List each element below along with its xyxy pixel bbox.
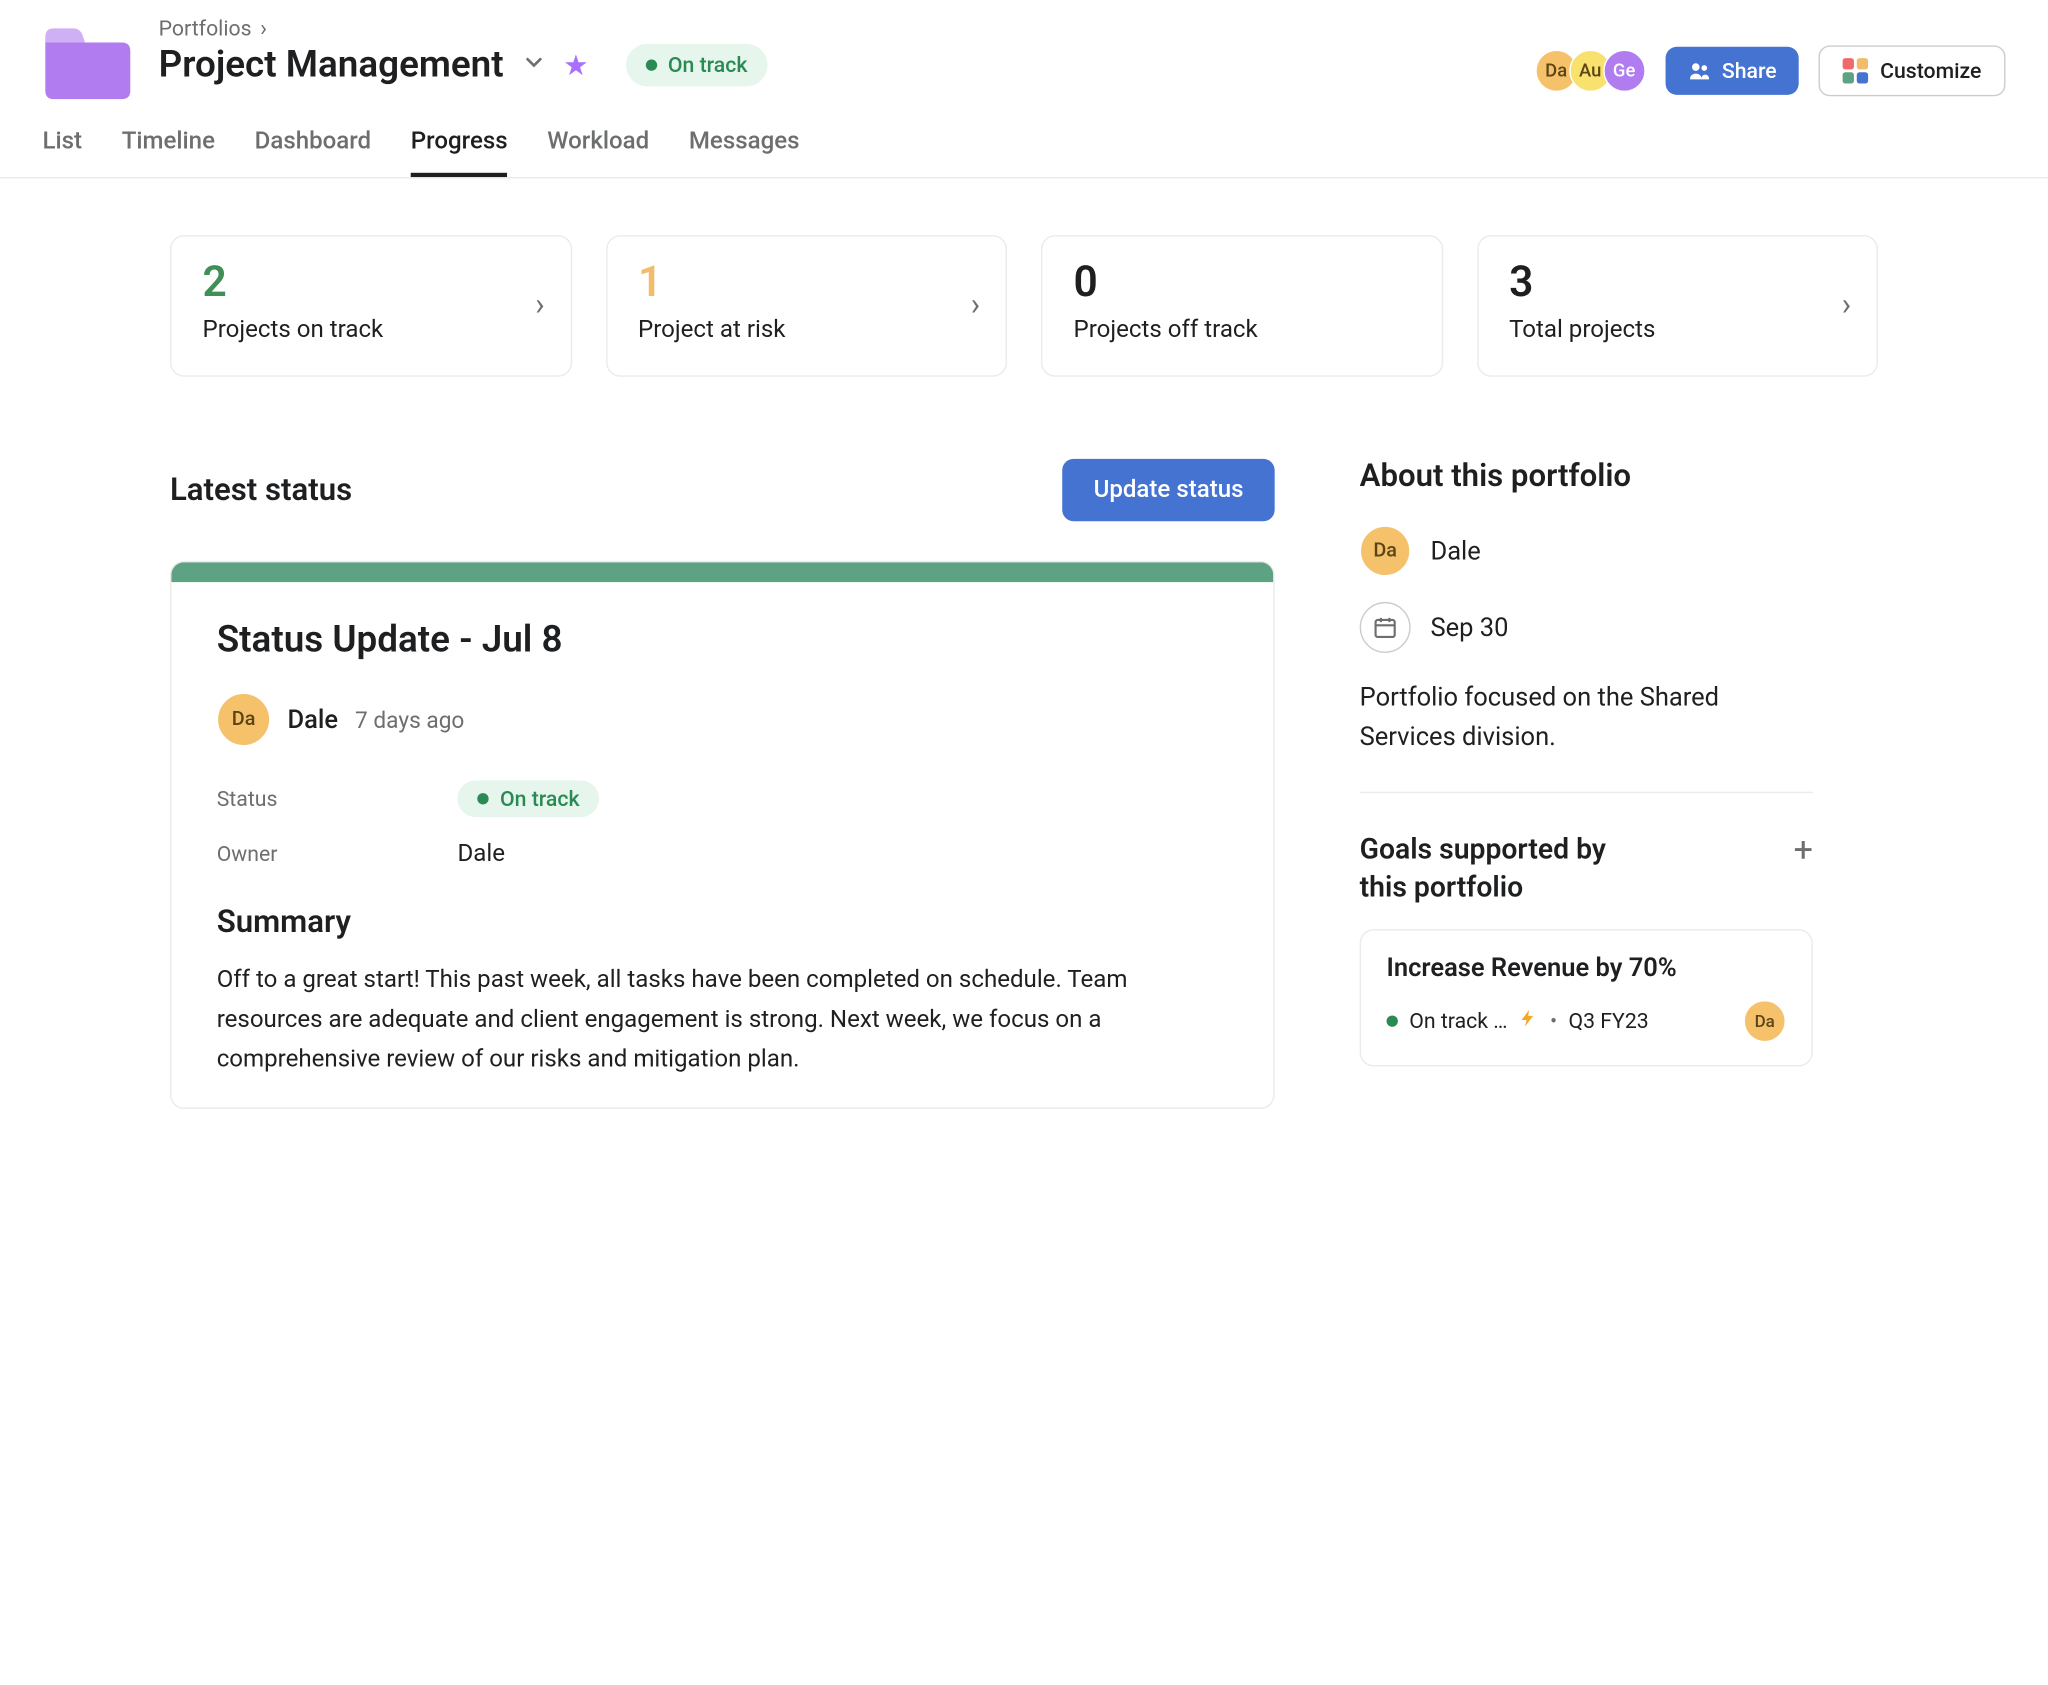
- stat-label: Projects on track: [203, 316, 384, 344]
- title-dropdown-caret[interactable]: [521, 50, 546, 81]
- tab-list[interactable]: List: [42, 116, 82, 177]
- status-dot-icon: [645, 59, 656, 70]
- status-field-label: Status: [217, 786, 302, 811]
- goal-status: On track …: [1409, 1008, 1507, 1033]
- about-heading: About this portfolio: [1360, 459, 1813, 494]
- add-goal-button[interactable]: +: [1794, 830, 1813, 870]
- status-value-chip: On track: [457, 780, 599, 817]
- breadcrumb[interactable]: Portfolios ›: [159, 14, 768, 41]
- status-update-title: Status Update - Jul 8: [217, 619, 1228, 661]
- owner-value: Dale: [457, 840, 505, 868]
- status-color-bar: [171, 562, 1273, 582]
- chevron-right-icon: ›: [260, 14, 267, 41]
- tab-workload[interactable]: Workload: [547, 116, 649, 177]
- chevron-right-icon: ›: [535, 288, 544, 323]
- tabs: List Timeline Dashboard Progress Workloa…: [42, 116, 2005, 177]
- status-update-card[interactable]: Status Update - Jul 8 Da Dale 7 days ago…: [170, 561, 1275, 1109]
- update-status-button[interactable]: Update status: [1062, 459, 1274, 521]
- about-description: Portfolio focused on the Shared Services…: [1360, 678, 1813, 792]
- stat-label: Project at risk: [638, 316, 785, 344]
- goal-title: Increase Revenue by 70%: [1387, 953, 1786, 983]
- latest-status-heading: Latest status: [170, 472, 352, 507]
- summary-text: Off to a great start! This past week, al…: [217, 960, 1228, 1079]
- tab-messages[interactable]: Messages: [689, 116, 800, 177]
- stat-value: 3: [1509, 262, 1655, 304]
- owner-name: Dale: [1430, 536, 1480, 566]
- status-dot-icon: [1387, 1015, 1398, 1026]
- tab-dashboard[interactable]: Dashboard: [255, 116, 372, 177]
- stat-card-at-risk[interactable]: 1 Project at risk ›: [605, 235, 1007, 377]
- customize-button[interactable]: Customize: [1819, 45, 2005, 96]
- owner-avatar[interactable]: Da: [1360, 525, 1411, 576]
- share-button[interactable]: Share: [1665, 47, 1799, 95]
- tab-timeline[interactable]: Timeline: [122, 116, 215, 177]
- header-status-chip[interactable]: On track: [625, 44, 767, 86]
- status-value-text: On track: [500, 786, 580, 811]
- breadcrumb-root[interactable]: Portfolios: [159, 15, 252, 40]
- owner-field-label: Owner: [217, 841, 302, 866]
- stat-card-total[interactable]: 3 Total projects ›: [1476, 235, 1878, 377]
- about-date: Sep 30: [1430, 613, 1508, 643]
- star-icon[interactable]: ★: [563, 48, 588, 82]
- stat-card-off-track[interactable]: 0 Projects off track: [1041, 235, 1443, 377]
- summary-heading: Summary: [217, 905, 1228, 940]
- chevron-right-icon: ›: [971, 288, 980, 323]
- customize-label: Customize: [1880, 58, 1981, 83]
- author-avatar[interactable]: Da: [217, 693, 271, 747]
- goal-period: Q3 FY23: [1568, 1008, 1648, 1033]
- tab-progress[interactable]: Progress: [411, 116, 508, 177]
- goals-heading: Goals supported by this portfolio: [1360, 830, 1643, 906]
- author-timestamp: 7 days ago: [355, 706, 464, 733]
- goal-card[interactable]: Increase Revenue by 70% On track … • Q3 …: [1360, 929, 1813, 1066]
- avatar[interactable]: Ge: [1603, 50, 1645, 92]
- status-dot-icon: [477, 793, 488, 804]
- about-date-row[interactable]: Sep 30: [1360, 602, 1813, 653]
- stat-value: 0: [1074, 262, 1258, 304]
- stat-value: 2: [203, 262, 384, 304]
- people-icon: [1688, 59, 1711, 82]
- stat-label: Projects off track: [1074, 316, 1258, 344]
- portfolio-folder-icon: [42, 20, 133, 102]
- share-label: Share: [1722, 58, 1777, 83]
- bolt-icon: [1519, 1008, 1539, 1033]
- stat-value: 1: [638, 262, 785, 304]
- chevron-right-icon: ›: [1842, 288, 1851, 323]
- header-status-label: On track: [668, 52, 748, 77]
- goal-assignee-avatar[interactable]: Da: [1743, 1000, 1785, 1042]
- author-name: Dale: [288, 705, 339, 735]
- separator: •: [1550, 1008, 1557, 1033]
- stat-label: Total projects: [1509, 316, 1655, 344]
- calendar-icon: [1360, 602, 1411, 653]
- about-owner-row[interactable]: Da Dale: [1360, 525, 1813, 576]
- member-avatar-stack[interactable]: Da Au Ge: [1535, 50, 1645, 92]
- stat-card-on-track[interactable]: 2 Projects on track ›: [170, 235, 572, 377]
- grid-icon: [1843, 58, 1868, 83]
- page-title: Project Management: [159, 44, 504, 86]
